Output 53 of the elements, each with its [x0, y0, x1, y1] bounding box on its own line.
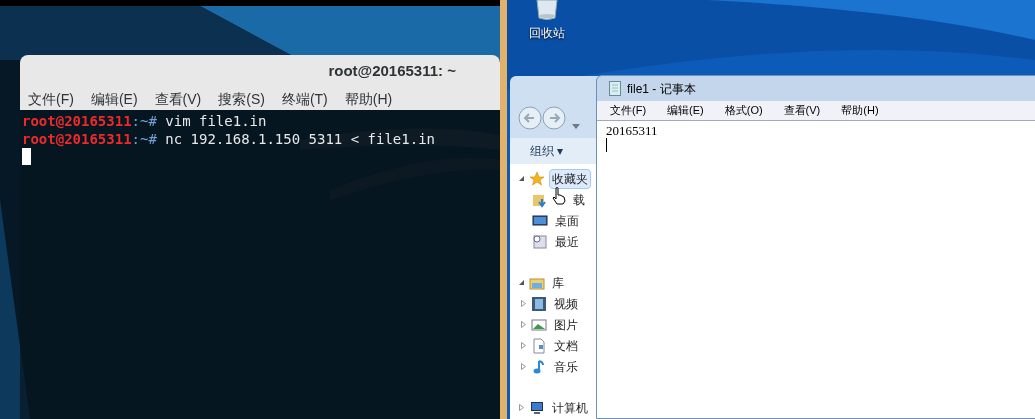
prompt-path: :~#: [131, 130, 158, 148]
window-title: file1 - 记事本: [627, 80, 696, 98]
menu-item[interactable]: 编辑(E): [90, 88, 138, 110]
prompt-user: root@20165311: [22, 130, 132, 148]
expand-arrow-icon[interactable]: [520, 363, 527, 370]
recycle-bin-icon[interactable]: [534, 0, 560, 20]
text-area[interactable]: 20165311: [597, 120, 1035, 418]
menu-item[interactable]: 查看(V): [154, 88, 202, 110]
menu-item[interactable]: 帮助(H): [344, 88, 393, 110]
tree-item[interactable]: 计算机: [549, 397, 591, 418]
document-icon: [531, 337, 547, 354]
collapse-arrow-icon[interactable]: [518, 279, 525, 286]
expand-arrow-icon[interactable]: [520, 342, 527, 349]
text-cursor: [22, 148, 31, 165]
document-text: 20165311: [606, 123, 659, 138]
expand-arrow-icon[interactable]: [518, 404, 525, 411]
tree-item[interactable]: 音乐: [551, 356, 581, 377]
command-text: vim file1.in: [165, 112, 267, 130]
tree-item[interactable]: 图片: [551, 314, 581, 335]
desktop-icon: [532, 212, 548, 229]
film-icon: [531, 295, 547, 312]
menu-item[interactable]: 编辑(E): [667, 102, 704, 119]
window-title: root@20165311: ~: [328, 61, 456, 82]
tree-item[interactable]: 库: [549, 272, 567, 293]
menu-item[interactable]: 文件(F): [610, 102, 647, 119]
notepad-icon: [609, 81, 621, 96]
prompt-user: root@20165311: [22, 112, 132, 130]
menu-item[interactable]: 查看(V): [783, 102, 821, 119]
hand-cursor-icon: [552, 186, 566, 205]
tree-item[interactable]: 最近: [552, 231, 582, 252]
tree-item[interactable]: 视频: [551, 293, 581, 314]
picture-icon: [531, 316, 547, 333]
prompt-path: :~#: [131, 112, 158, 130]
tree-item[interactable]: 收藏夹: [549, 168, 591, 189]
collapse-arrow-icon[interactable]: [518, 175, 525, 182]
music-note-icon: [531, 358, 547, 375]
menu-item[interactable]: 格式(O): [724, 102, 763, 119]
icon-label[interactable]: 回收站: [529, 24, 565, 42]
expand-arrow-icon[interactable]: [520, 321, 527, 328]
recent-places-icon: [532, 233, 548, 250]
computer-icon: [529, 399, 545, 416]
menu-item[interactable]: 终端(T): [281, 88, 328, 110]
tree-item[interactable]: 桌面: [552, 210, 582, 231]
tree-item[interactable]: 文档: [551, 335, 581, 356]
menu-item[interactable]: 帮助(H): [841, 102, 879, 119]
expand-arrow-icon[interactable]: [520, 300, 527, 307]
toolbar-button[interactable]: 组织 ▾: [530, 142, 564, 160]
dropdown-icon[interactable]: [572, 124, 580, 130]
menu-item[interactable]: 文件(F): [28, 88, 74, 110]
star-icon: [529, 170, 545, 187]
tree-item[interactable]: 载: [570, 189, 588, 210]
command-text: nc 192.168.1.150 5311 < file1.in: [165, 130, 435, 148]
menu-item[interactable]: 搜索(S): [218, 88, 265, 110]
